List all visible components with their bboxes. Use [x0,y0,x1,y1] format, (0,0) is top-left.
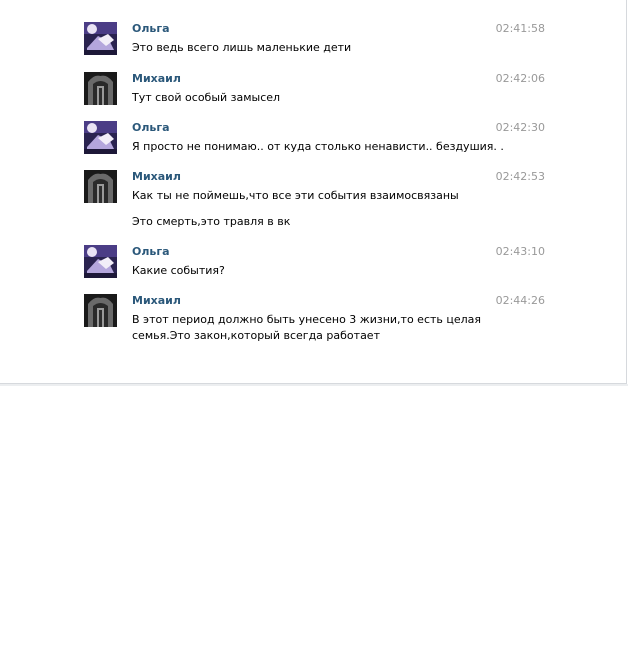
message-author[interactable]: Михаил [132,294,181,308]
message-text: Это смерть,это травля в вк [132,215,291,228]
message-text: Тут свой особый замысел [132,91,281,104]
message-item: Михаил 02:42:06 Тут свой особый замысел [84,72,554,108]
message-author[interactable]: Ольга [132,245,170,259]
avatar-olga[interactable] [84,22,117,55]
avatar-mikhail[interactable] [84,72,117,105]
avatar-photo-gray-icon [84,72,117,105]
avatar-photo-purple-icon [84,245,117,278]
message-text: Я просто не понимаю.. от куда столько не… [132,140,504,153]
avatar-mikhail[interactable] [84,170,117,203]
panel-bottom-shadow [0,384,628,386]
message-author[interactable]: Ольга [132,22,170,36]
avatar-photo-purple-icon [84,121,117,154]
message-item: Михаил 02:44:26 В этот период должно быт… [84,294,554,346]
avatar-mikhail[interactable] [84,294,117,327]
avatar-photo-gray-icon [84,170,117,203]
message-author[interactable]: Михаил [132,170,181,184]
message-text: Как ты не поймешь,что все эти события вз… [132,189,459,202]
message-item: Михаил 02:42:53 Как ты не поймешь,что вс… [84,170,554,232]
message-text: В этот период должно быть унесено 3 жизн… [132,313,482,326]
message-text: семья.Это закон,который всегда работает [132,329,380,342]
message-time[interactable]: 02:43:10 [496,245,545,259]
avatar-photo-gray-icon [84,294,117,327]
avatar-photo-purple-icon [84,22,117,55]
message-author[interactable]: Михаил [132,72,181,86]
message-text: Это ведь всего лишь маленькие дети [132,41,352,54]
message-item: Ольга 02:41:58 Это ведь всего лишь мален… [84,22,554,58]
message-time[interactable]: 02:41:58 [496,22,545,36]
previous-message-cropped [84,0,524,6]
message-time[interactable]: 02:42:53 [496,170,545,184]
avatar-olga[interactable] [84,245,117,278]
chat-history-panel: Ольга 02:41:58 Это ведь всего лишь мален… [0,0,627,384]
message-time[interactable]: 02:44:26 [496,294,545,308]
avatar-olga[interactable] [84,121,117,154]
message-time[interactable]: 02:42:30 [496,121,545,135]
message-item: Ольга 02:43:10 Какие события? [84,245,554,281]
message-author[interactable]: Ольга [132,121,170,135]
message-time[interactable]: 02:42:06 [496,72,545,86]
message-text: Какие события? [132,264,225,277]
message-item: Ольга 02:42:30 Я просто не понимаю.. от … [84,121,554,157]
